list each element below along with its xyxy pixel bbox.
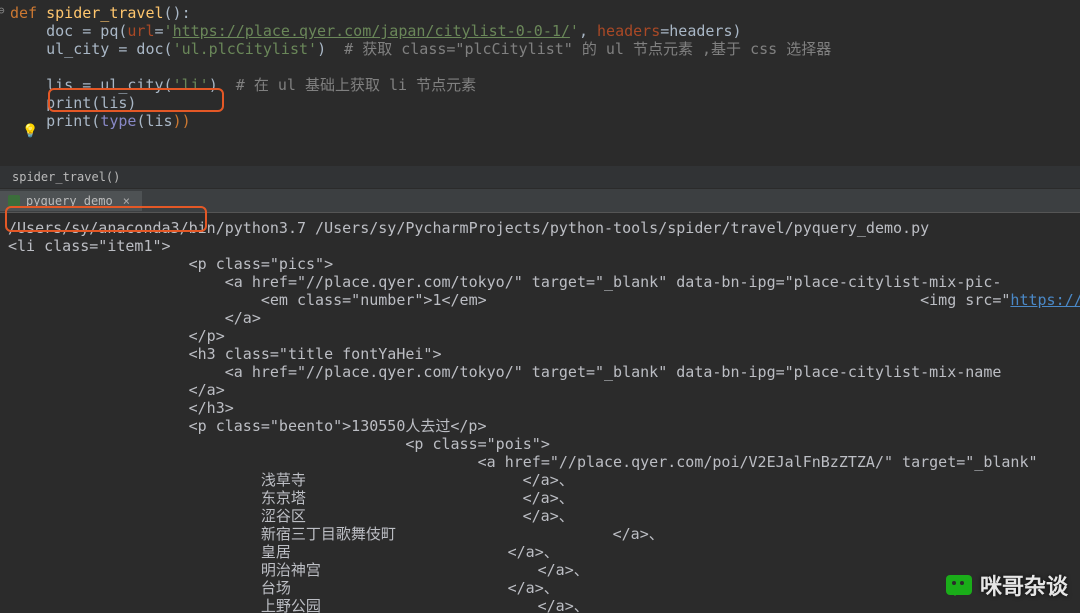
output-line: 东京塔 </a>、: [0, 489, 1080, 507]
wechat-icon: [946, 575, 972, 595]
console-tab-bar: pyquery_demo ×: [0, 188, 1080, 213]
output-line: <p class="pics">: [0, 255, 1080, 273]
code-line: ul_city = doc('ul.plcCitylist') # 获取 cla…: [0, 40, 1080, 58]
watermark-text: 咪哥杂谈: [980, 569, 1068, 601]
output-line: 皇居 </a>、: [0, 543, 1080, 561]
output-line: <h3 class="title fontYaHei">: [0, 345, 1080, 363]
close-icon[interactable]: ×: [123, 194, 130, 208]
output-line: <a href="//place.qyer.com/tokyo/" target…: [0, 363, 1080, 381]
output-line: </p>: [0, 327, 1080, 345]
code-line: print(lis): [0, 94, 1080, 112]
output-line: 上野公园 </a>、: [0, 597, 1080, 613]
output-line: 涩谷区 </a>、: [0, 507, 1080, 525]
output-line: 明治神宫 </a>、: [0, 561, 1080, 579]
fold-icon[interactable]: ⊖: [0, 4, 5, 17]
python-file-icon: [8, 195, 20, 207]
output-line: <li class="item1">: [0, 237, 1080, 255]
code-editor[interactable]: ⊖ def spider_travel(): doc = pq(url='htt…: [0, 0, 1080, 165]
output-line: 浅草寺 </a>、: [0, 471, 1080, 489]
watermark: 咪哥杂谈: [946, 569, 1068, 601]
output-line: </a>: [0, 381, 1080, 399]
code-blank-line: [0, 58, 1080, 76]
console-output[interactable]: /Users/sy/anaconda3/bin/python3.7 /Users…: [0, 213, 1080, 613]
tab-pyquery-demo[interactable]: pyquery_demo ×: [0, 191, 142, 211]
output-line: /Users/sy/anaconda3/bin/python3.7 /Users…: [0, 219, 1080, 237]
output-line: </a>: [0, 309, 1080, 327]
output-line: <em class="number">1</em> <img src="http…: [0, 291, 1080, 309]
output-line: </h3>: [0, 399, 1080, 417]
code-line: doc = pq(url='https://place.qyer.com/jap…: [0, 22, 1080, 40]
code-line: lis = ul_city('li') # 在 ul 基础上获取 li 节点元素: [0, 76, 1080, 94]
output-line: <a href="//place.qyer.com/poi/V2EJalFnBz…: [0, 453, 1080, 471]
output-line: <p class="pois">: [0, 435, 1080, 453]
code-line: def spider_travel():: [0, 4, 1080, 22]
tab-label: pyquery_demo: [26, 194, 113, 208]
code-line: print(type(lis)): [0, 112, 1080, 130]
lightbulb-icon[interactable]: 💡: [22, 124, 38, 139]
output-line: <a href="//place.qyer.com/tokyo/" target…: [0, 273, 1080, 291]
output-line: <p class="beento">130550人去过</p>: [0, 417, 1080, 435]
output-line: 新宿三丁目歌舞伎町 </a>、: [0, 525, 1080, 543]
output-line: 台场 </a>、: [0, 579, 1080, 597]
breadcrumb[interactable]: spider_travel(): [0, 165, 1080, 188]
